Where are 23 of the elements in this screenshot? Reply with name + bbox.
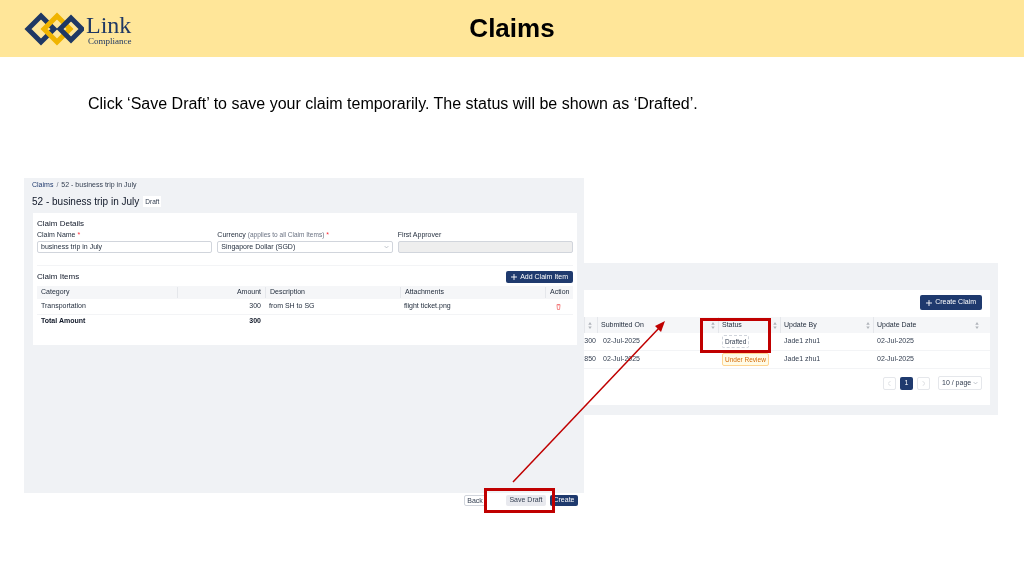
sort-icon [866,321,870,329]
logo-text: Link [86,12,132,37]
instruction-text: Click ‘Save Draft’ to save your claim temporarily. The status will be shown as ‘Drafted’. [88,94,698,114]
plus-icon [511,274,518,280]
highlight-frame [700,318,771,353]
slide-title: Claims [469,12,555,45]
plus-icon [926,299,933,306]
chevron-down-icon [383,245,389,249]
sort-icon [711,321,715,329]
section-title: Claim Items [37,271,80,283]
logo-subtitle: Compliance [88,36,132,46]
chevron-down-icon [973,381,978,385]
previous-page-button[interactable] [883,376,896,390]
trash-icon [556,303,561,310]
highlight-frame [484,488,555,513]
sort-icon [588,321,592,329]
logo-icon [24,10,84,48]
sort-icon [773,321,777,329]
page-title: 52 - business trip in July [32,195,140,209]
sort-icon [975,321,979,329]
section-title: Claim Details [37,218,86,230]
next-page-button[interactable] [917,376,930,390]
approver-field[interactable] [397,241,573,253]
